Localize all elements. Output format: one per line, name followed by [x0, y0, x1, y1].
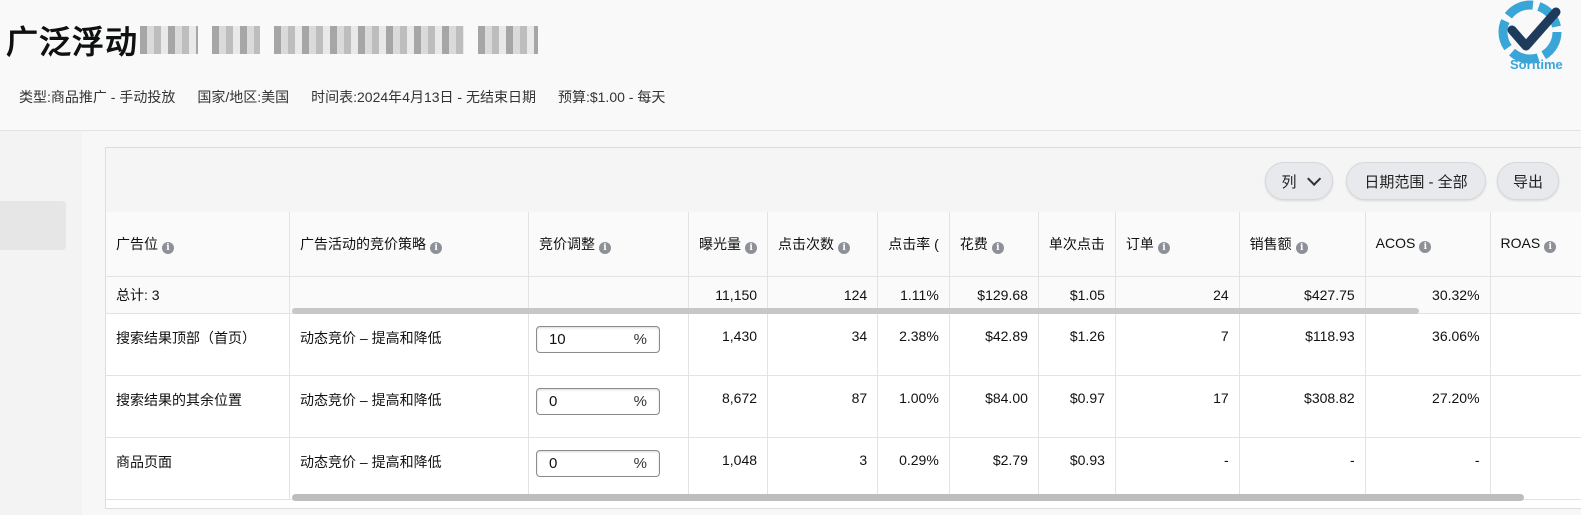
left-nav-pane [0, 131, 82, 515]
spend-cell: $2.79 [949, 437, 1039, 500]
campaign-budget: 预算:$1.00 - 每天 [557, 89, 666, 105]
info-icon[interactable]: i [1419, 240, 1432, 253]
bid-adjustment-input[interactable]: 0% [535, 387, 660, 415]
info-icon[interactable]: i [838, 241, 851, 254]
info-icon[interactable]: i [598, 241, 611, 254]
acos-cell: - [1365, 437, 1491, 500]
campaign-schedule: 时间表:2024年4月13日 - 无结束日期 [311, 89, 536, 105]
campaign-country: 国家/地区:美国 [197, 89, 290, 105]
info-icon[interactable]: i [430, 241, 443, 254]
acos-cell: 27.20% [1365, 375, 1491, 438]
info-icon[interactable]: i [1157, 241, 1170, 254]
col-header-spend[interactable]: 花费 i [949, 212, 1039, 277]
col-header-orders[interactable]: 订单 i [1115, 212, 1240, 277]
clicks-cell: 34 [767, 313, 879, 376]
bid-adjustment-cell: 0% [528, 437, 690, 500]
info-icon[interactable]: i [991, 241, 1004, 254]
chevron-down-icon [1306, 171, 1321, 186]
col-header-placement[interactable]: 广告位 i [106, 212, 291, 277]
col-header-roas[interactable]: ROAS i [1490, 212, 1581, 277]
bid-adjustment-input[interactable]: 0% [535, 449, 660, 477]
strategy-cell: 动态竞价 – 提高和降低 [289, 313, 529, 376]
table-header-row: 广告位 i 广告活动的竞价策略 i 竞价调整 i 曝光量 i 点击次数 i 点击率 ( 花… [106, 212, 1581, 277]
placement-cell: 搜索结果顶部（首页） [106, 313, 291, 376]
clicks-cell: 3 [767, 437, 879, 500]
strategy-cell: 动态竞价 – 提高和降低 [289, 375, 529, 438]
campaign-header: 广泛浮动 类型:商品推广 - 手动投放 国家/地区:美国 时间表:2024年4月… [0, 0, 1581, 131]
info-icon[interactable]: i [1544, 240, 1557, 253]
table-row: 搜索结果的其余位置 动态竞价 – 提高和降低 0% 8,672 87 1.00%… [106, 375, 1581, 438]
left-nav-selected-item[interactable] [0, 201, 66, 250]
col-header-ctr[interactable]: 点击率 ( [877, 212, 950, 277]
col-header-acos[interactable]: ACOS i [1365, 212, 1491, 277]
bid-adjustment-cell: 10% [528, 313, 690, 376]
spend-cell: $42.89 [949, 313, 1039, 376]
cpc-cell: $0.97 [1038, 375, 1116, 438]
ctr-cell: 1.00% [877, 375, 950, 438]
horizontal-scrollbar[interactable] [292, 494, 1524, 501]
sticky-horizontal-scrollbar[interactable] [292, 308, 1419, 314]
col-header-cpc[interactable]: 单次点击 [1038, 212, 1116, 277]
col-header-sales[interactable]: 销售额 i [1239, 212, 1366, 277]
clicks-cell: 87 [767, 375, 879, 438]
bid-adjustment-cell: 0% [528, 375, 690, 438]
impressions-cell: 1,430 [688, 313, 769, 376]
sales-cell: $308.82 [1239, 375, 1366, 438]
table-row: 商品页面 动态竞价 – 提高和降低 0% 1,048 3 0.29% $2.79… [106, 437, 1581, 500]
strategy-cell: 动态竞价 – 提高和降低 [289, 437, 529, 500]
col-header-impressions[interactable]: 曝光量 i [688, 212, 769, 277]
columns-button[interactable]: 列 [1265, 162, 1333, 200]
cpc-cell: $1.26 [1038, 313, 1116, 376]
placement-cell: 搜索结果的其余位置 [106, 375, 291, 438]
table-row: 搜索结果顶部（首页） 动态竞价 – 提高和降低 10% 1,430 34 2.3… [106, 313, 1581, 376]
info-icon[interactable]: i [1295, 241, 1308, 254]
placements-panel: 列 日期范围 - 全部 导出 广告位 i 广告活动的竞价策略 i 竞价调整 i 曝光量… [105, 147, 1581, 509]
orders-cell: - [1115, 437, 1240, 500]
ctr-cell: 0.29% [877, 437, 950, 500]
sorftime-logo: Sorftime [1498, 0, 1563, 72]
sales-cell: - [1239, 437, 1366, 500]
total-label: 总计: 3 [106, 276, 291, 314]
sales-cell: $118.93 [1239, 313, 1366, 376]
bid-adjustment-input[interactable]: 10% [535, 325, 660, 353]
export-button[interactable]: 导出 [1497, 162, 1559, 200]
redacted-title-blur [140, 26, 552, 54]
logo-text: Sorftime [1510, 57, 1563, 72]
columns-button-label: 列 [1281, 173, 1297, 191]
logo-check [1507, 7, 1561, 51]
info-icon[interactable]: i [745, 241, 758, 254]
date-range-button[interactable]: 日期范围 - 全部 [1346, 162, 1486, 200]
ctr-cell: 2.38% [877, 313, 950, 376]
campaign-meta: 类型:商品推广 - 手动投放 国家/地区:美国 时间表:2024年4月13日 -… [19, 87, 687, 107]
table-toolbar: 列 日期范围 - 全部 导出 [106, 148, 1581, 213]
cpc-cell: $0.93 [1038, 437, 1116, 500]
col-header-strategy[interactable]: 广告活动的竞价策略 i [289, 212, 529, 277]
col-header-clicks[interactable]: 点击次数 i [767, 212, 879, 277]
spend-cell: $84.00 [949, 375, 1039, 438]
col-header-bid-adjustment[interactable]: 竞价调整 i [528, 212, 690, 277]
impressions-cell: 1,048 [688, 437, 769, 500]
orders-cell: 17 [1115, 375, 1240, 438]
orders-cell: 7 [1115, 313, 1240, 376]
title-row: 广泛浮动 [6, 18, 552, 62]
campaign-type: 类型:商品推广 - 手动投放 [19, 89, 176, 105]
info-icon[interactable]: i [162, 241, 174, 254]
campaign-title: 广泛浮动 [6, 24, 139, 60]
acos-cell: 36.06% [1365, 313, 1491, 376]
impressions-cell: 8,672 [688, 375, 769, 438]
placement-cell: 商品页面 [106, 437, 291, 500]
placements-table: 广告位 i 广告活动的竞价策略 i 竞价调整 i 曝光量 i 点击次数 i 点击率 ( 花… [106, 212, 1581, 500]
